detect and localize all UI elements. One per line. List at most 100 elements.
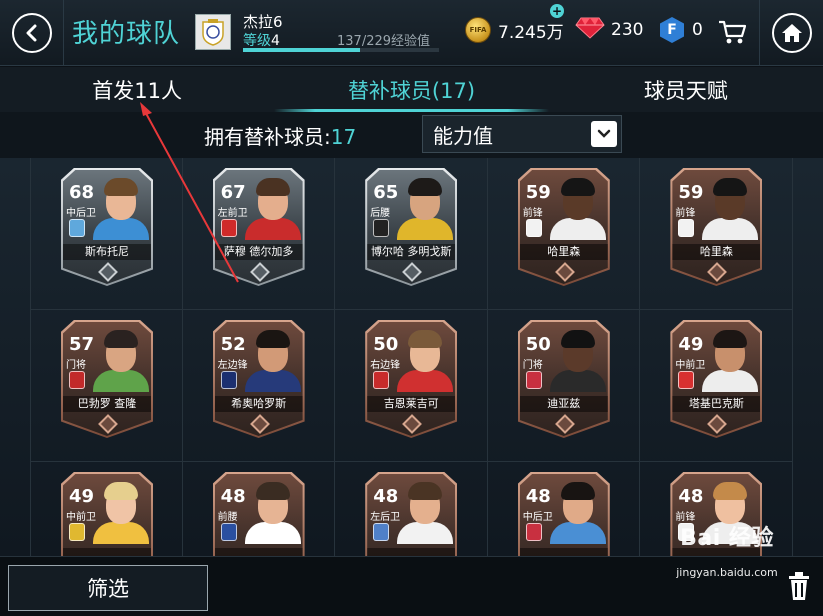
player-rating: 67: [220, 182, 246, 203]
player-cell: 48 中后卫: [488, 462, 641, 556]
player-card-body: 50 门将 迪亚兹: [519, 322, 608, 436]
player-card[interactable]: 59 前锋 哈里森: [670, 168, 763, 286]
player-rating: 50: [525, 334, 551, 355]
player-card[interactable]: 50 门将 迪亚兹: [517, 320, 610, 438]
player-rating: 57: [69, 334, 95, 355]
player-rating: 50: [373, 334, 399, 355]
player-card[interactable]: 49 中前卫: [61, 472, 153, 556]
player-cell: 49 中前卫: [30, 462, 183, 556]
player-card-body: 67 左前卫 萨穆 德尔加多: [214, 170, 303, 284]
player-card[interactable]: 48 中后卫: [517, 472, 610, 556]
player-cell: 52 左边锋 希奥哈罗斯: [182, 310, 336, 462]
player-card[interactable]: 50 右边锋 吉恩莱吉可: [365, 320, 458, 438]
player-card[interactable]: 68 中后卫 斯布托尼: [61, 168, 153, 286]
club-badge-icon: [373, 523, 390, 541]
player-card[interactable]: 67 左前卫 萨穆 德尔加多: [212, 168, 305, 286]
player-portrait: [244, 482, 301, 544]
player-position: 中后卫: [522, 512, 553, 523]
baidu-jingyan-watermark: Bai 经验 jingyan.baidu.com: [672, 520, 782, 596]
player-cell: 68 中后卫 斯布托尼: [30, 158, 183, 310]
home-button[interactable]: [759, 0, 823, 66]
club-badge-icon: [373, 371, 390, 389]
tab-starting-eleven[interactable]: 首发11人: [0, 67, 274, 112]
player-card[interactable]: 52 左边锋 希奥哈罗斯: [212, 320, 305, 438]
player-name: [214, 548, 303, 556]
club-crest-icon[interactable]: [195, 14, 231, 50]
player-cell: 67 左前卫 萨穆 德尔加多: [182, 158, 336, 310]
add-coins-plus-icon[interactable]: +: [550, 4, 564, 18]
coins-balance[interactable]: FIFA 7.245万: [465, 17, 564, 43]
player-cell: 48 左后卫: [335, 462, 488, 556]
player-position: 前腰: [217, 512, 238, 523]
player-cell: 59 前锋 哈里森: [487, 158, 641, 310]
player-card[interactable]: 48 左后卫: [365, 472, 458, 556]
quality-diamond-icon: [249, 262, 270, 282]
player-name: [367, 548, 456, 556]
team-name: 杰拉6: [243, 13, 283, 31]
quality-diamond-icon: [554, 262, 575, 282]
player-position: 中前卫: [675, 360, 706, 371]
player-portrait: [93, 482, 149, 544]
club-badge-icon: [220, 523, 237, 541]
player-portrait: [702, 178, 759, 240]
player-card[interactable]: 59 前锋 哈里森: [517, 168, 610, 286]
sort-dropdown[interactable]: 能力值: [422, 115, 622, 153]
club-badge-icon: [525, 371, 542, 389]
player-cell: 59 前锋 哈里森: [640, 158, 793, 310]
player-rating: 48: [220, 486, 246, 507]
shopping-cart-icon[interactable]: [718, 19, 747, 49]
page-title: 我的球队: [72, 19, 181, 49]
player-rating: 49: [69, 486, 95, 507]
owned-substitutes-label: 拥有替补球员:: [204, 125, 331, 149]
fifa-points-icon: F: [660, 17, 684, 43]
watermark-logo: Bai 经验: [680, 526, 774, 551]
player-card[interactable]: 48 前腰: [212, 472, 305, 556]
fifa-points-balance[interactable]: F 0: [660, 17, 703, 43]
substitutes-grid-area: 68 中后卫 斯布托尼 67 左前卫 萨穆 德尔加多 65 后腰 博尔哈 多明戈…: [0, 158, 823, 556]
player-name: 哈里森: [672, 244, 761, 260]
quality-diamond-icon: [402, 262, 423, 282]
club-badge-icon: [220, 219, 237, 237]
player-name: 迪亚兹: [519, 396, 608, 412]
back-button[interactable]: [0, 0, 64, 66]
filter-row: 拥有替补球员:17 能力值: [0, 112, 823, 158]
back-arrow-icon: [11, 13, 52, 53]
club-badge-icon: [69, 523, 85, 541]
sort-selected-value: 能力值: [433, 123, 493, 148]
player-card-body: 68 中后卫 斯布托尼: [63, 170, 151, 284]
player-rating: 48: [525, 486, 551, 507]
player-card-body: 48 前腰: [214, 474, 303, 556]
player-name: 博尔哈 多明戈斯: [367, 244, 456, 260]
experience-text: 137/229经验值: [337, 34, 431, 49]
quality-diamond-icon: [98, 414, 118, 434]
player-card-body: 49 中前卫 塔基巴克斯: [672, 322, 761, 436]
player-card-body: 59 前锋 哈里森: [672, 170, 761, 284]
tab-player-talents[interactable]: 球员天赋: [549, 67, 823, 112]
filter-button[interactable]: 筛选: [8, 565, 208, 611]
player-card[interactable]: 65 后腰 博尔哈 多明戈斯: [365, 168, 458, 286]
level-label: 等级: [243, 33, 271, 49]
player-name: 吉恩莱吉可: [367, 396, 456, 412]
player-portrait: [549, 178, 606, 240]
quality-diamond-icon: [707, 414, 728, 434]
player-name: 塔基巴克斯: [672, 396, 761, 412]
player-card-body: 50 右边锋 吉恩莱吉可: [367, 322, 456, 436]
player-portrait: [93, 178, 149, 240]
player-cell: 65 后腰 博尔哈 多明戈斯: [335, 158, 488, 310]
club-badge-icon: [69, 219, 85, 237]
gems-balance[interactable]: 230: [575, 17, 643, 43]
tab-substitutes[interactable]: 替补球员(17): [274, 67, 549, 112]
player-card[interactable]: 57 门将 巴勃罗 查隆: [61, 320, 153, 438]
player-card-body: 52 左边锋 希奥哈罗斯: [214, 322, 303, 436]
player-rating: 65: [373, 182, 399, 203]
trash-icon[interactable]: [786, 570, 812, 606]
player-position: 中前卫: [66, 512, 96, 523]
player-name: 萨穆 德尔加多: [214, 244, 303, 260]
player-card[interactable]: 49 中前卫 塔基巴克斯: [670, 320, 763, 438]
player-cell: 49 中前卫 塔基巴克斯: [640, 310, 793, 462]
player-portrait: [93, 330, 149, 392]
club-badge-icon: [220, 371, 237, 389]
coins-value: 7.245万: [498, 22, 564, 43]
quality-diamond-icon: [98, 262, 118, 282]
player-cell: 50 右边锋 吉恩莱吉可: [335, 310, 488, 462]
